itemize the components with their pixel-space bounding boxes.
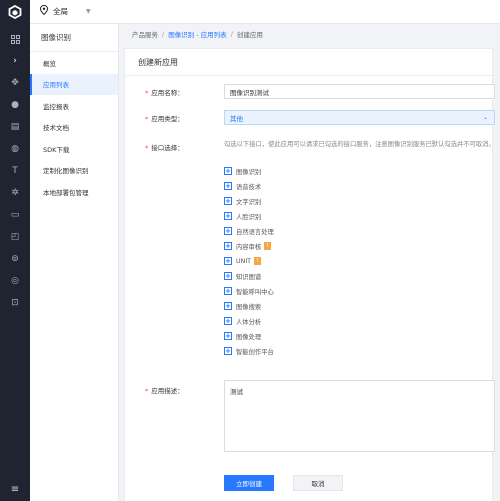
api-select-label: * 接口选择： [145,142,184,152]
top-bar: 全局 ▼ [30,0,500,24]
app-type-label-text: 应用类型： [151,115,184,123]
expand-chevron-icon[interactable]: › [0,50,30,72]
expand-plus-icon[interactable]: + [224,227,232,235]
region-selector[interactable]: 全局 [53,6,68,17]
create-button[interactable]: 立即创建 [224,475,274,491]
api-option-ocr[interactable]: + 文字识别 [224,195,261,207]
menu-icon[interactable]: ≡ [0,481,30,497]
expand-plus-icon[interactable]: + [224,272,232,280]
expand-plus-icon[interactable]: + [224,317,232,325]
app-type-label: * 应用类型： [145,113,184,123]
expand-plus-icon[interactable]: + [224,212,232,220]
expand-plus-icon[interactable]: + [224,332,232,340]
api-option-face[interactable]: + 人脸识别 [224,210,261,222]
sidebar-title: 图像识别 [30,24,118,52]
required-mark: * [145,115,149,123]
face-icon[interactable]: ◰ [0,226,30,248]
search-image-icon[interactable]: ⊚ [0,248,30,270]
location-pin-icon [39,4,49,18]
product-sidebar: 图像识别 概览 应用列表 监控报表 技术文档 SDK下载 定制化图像识别 本地部… [30,24,119,501]
page-title: 创建新应用 [125,49,492,76]
icon-rail: › ✥ ● ▤ ◍ T ✲ ▭ ◰ ⊚ ◎ ⊡ ≡ [0,0,30,501]
microphone-icon[interactable]: ● [0,94,30,116]
expand-plus-icon[interactable]: + [224,257,232,265]
required-mark: * [145,144,149,152]
gear-icon[interactable]: ✲ [0,182,30,204]
api-select-label-text: 接口选择： [151,144,184,152]
scan-icon[interactable]: ⊡ [0,292,30,314]
sidebar-item-overview[interactable]: 概览 [30,52,118,74]
text-icon[interactable]: T [0,160,30,182]
region-caret-icon[interactable]: ▼ [86,8,91,15]
api-option-speech[interactable]: + 语音技术 [224,180,261,192]
app-desc-label-text: 应用描述： [151,387,184,395]
cloud-logo-icon[interactable] [0,0,30,24]
api-option-image-search[interactable]: + 图像搜索 [224,300,261,312]
cancel-button[interactable]: 取消 [293,475,343,491]
main-content: 产品服务 / 图像识别 - 应用列表 / 创建应用 创建新应用 * 应用名称： 图… [119,24,500,501]
app-type-select[interactable]: 其他 ⌄ [224,110,495,125]
app-name-input[interactable]: 图像识别测试 [224,84,495,99]
expand-plus-icon[interactable]: + [224,242,232,250]
api-option-call-center[interactable]: + 智能呼叫中心 [224,285,274,297]
breadcrumb-sep: / [230,30,233,38]
api-hint: 勾选以下接口，使此应用可以请求已勾选的接口服务，注意图像识别服务已默认勾选并不可… [224,141,495,148]
sidebar-item-custom[interactable]: 定制化图像识别 [30,160,118,182]
sidebar-item-monitor[interactable]: 监控报表 [30,95,118,117]
puzzle-icon[interactable]: ✥ [0,72,30,94]
app-desc-textarea[interactable]: 测试 [224,380,495,452]
expand-plus-icon[interactable]: + [224,182,232,190]
expand-plus-icon[interactable]: + [224,287,232,295]
warning-badge-icon: ! [264,242,272,250]
api-option-creation-platform[interactable]: + 智能创作平台 [224,345,274,357]
chevron-down-icon: ⌄ [482,114,488,121]
app-type-value: 其他 [230,114,243,123]
expand-plus-icon[interactable]: + [224,167,232,175]
required-mark: * [145,387,149,395]
api-option-unit[interactable]: + UNIT! [224,255,262,267]
sidebar-item-local-deploy[interactable]: 本地部署包管理 [30,181,118,203]
sidebar-item-docs[interactable]: 技术文档 [30,117,118,139]
target-icon[interactable]: ◎ [0,270,30,292]
grid-icon[interactable] [0,28,30,50]
expand-plus-icon[interactable]: + [224,347,232,355]
create-app-card: 创建新应用 * 应用名称： 图像识别测试 * 应用类型： 其他 ⌄ * 接口选择： 勾… [124,48,495,501]
breadcrumb-current: 创建应用 [236,31,263,39]
image-icon[interactable]: ▭ [0,204,30,226]
breadcrumb-sep: / [162,30,165,38]
document-icon[interactable]: ▤ [0,116,30,138]
api-option-nlp[interactable]: + 自然语言处理 [224,225,274,237]
expand-plus-icon[interactable]: + [224,197,232,205]
api-option-body-analysis[interactable]: + 人体分析 [224,315,261,327]
api-option-image-processing[interactable]: + 图像处理 [224,330,261,342]
api-option-content-audit[interactable]: + 内容审核! [224,240,272,252]
breadcrumb: 产品服务 / 图像识别 - 应用列表 / 创建应用 [119,24,500,44]
expand-plus-icon[interactable]: + [224,302,232,310]
warning-badge-icon: ! [254,257,262,265]
breadcrumb-root[interactable]: 产品服务 [132,29,158,39]
app-desc-label: * 应用描述： [145,385,184,395]
required-mark: * [145,89,149,97]
sidebar-item-sdk[interactable]: SDK下载 [30,138,118,160]
api-option-knowledge-graph[interactable]: + 知识图谱 [224,270,261,282]
app-name-label: * 应用名称： [145,87,184,97]
api-option-image-recognition[interactable]: + 图像识别 [224,165,261,177]
globe-icon[interactable]: ◍ [0,138,30,160]
app-name-label-text: 应用名称： [151,89,184,97]
breadcrumb-parent[interactable]: 图像识别 - 应用列表 [168,29,226,39]
sidebar-item-app-list[interactable]: 应用列表 [30,73,118,95]
